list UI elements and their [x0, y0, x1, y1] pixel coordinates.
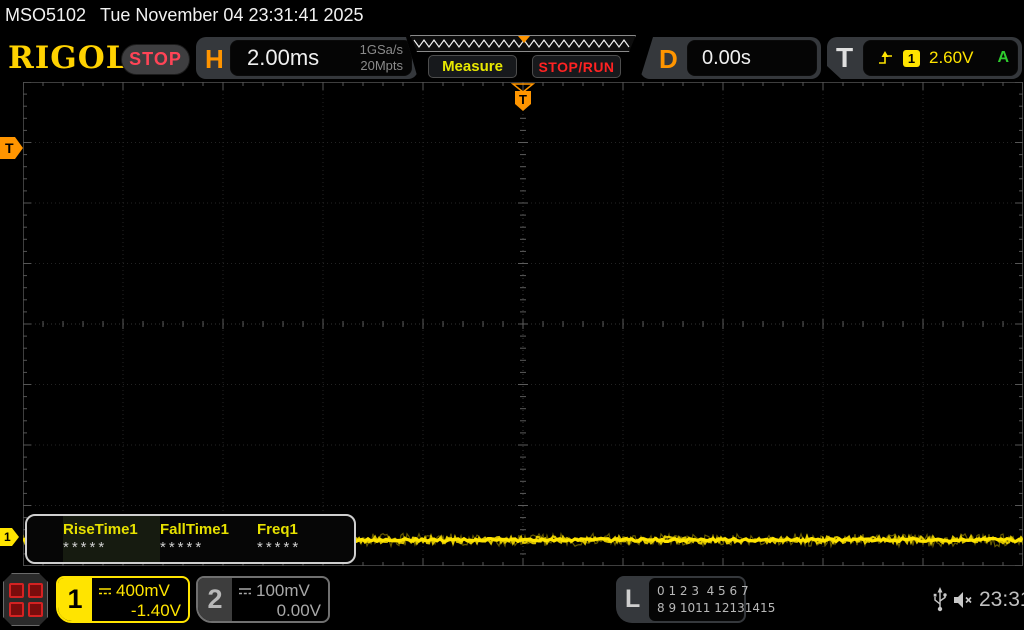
channel1-marker-label: 1	[4, 530, 11, 544]
trigger-position-marker[interactable]: T	[511, 83, 535, 113]
model-name: MSO5102	[5, 5, 86, 26]
menu-grid-icon	[9, 583, 24, 598]
preview-trigger-position-icon[interactable]	[518, 36, 530, 43]
rising-edge-trigger-icon	[878, 50, 894, 66]
trigger-position-marker-label: T	[519, 92, 527, 107]
acquisition-info: 1GSa/s 20Mpts	[360, 42, 403, 73]
measurement-value: *****	[257, 539, 354, 556]
clock-text: 23:31	[979, 588, 1024, 612]
delay-readout: 0.00s	[687, 40, 817, 76]
measure-button-label: Measure	[442, 58, 503, 75]
trigger-level-marker-label: T	[5, 140, 14, 156]
delay-label: D	[659, 44, 678, 75]
delay-value: 0.00s	[702, 47, 751, 70]
delay-panel[interactable]: D 0.00s	[640, 37, 821, 79]
oscilloscope-screen: MSO5102 Tue November 04 23:31:41 2025 RI…	[0, 0, 1024, 630]
logic-channels-box[interactable]: L 0 1 2 3 4 5 6 7 8 9 1011 12131415	[616, 576, 746, 623]
measurement-freq[interactable]: Freq1 *****	[257, 516, 354, 562]
logic-channels-list: 0 1 2 3 4 5 6 7 8 9 1011 12131415	[649, 578, 744, 621]
top-info-bar: MSO5102 Tue November 04 23:31:41 2025	[5, 5, 364, 26]
graticule-display[interactable]	[23, 82, 1023, 566]
trigger-source-badge: 1	[903, 50, 920, 67]
measurement-falltime[interactable]: FallTime1 *****	[160, 516, 257, 562]
channel2-scale: 100mV	[256, 581, 310, 601]
horizontal-readout: 2.00ms 1GSa/s 20Mpts	[230, 40, 412, 76]
sample-rate: 1GSa/s	[360, 42, 403, 58]
speaker-muted-icon	[953, 590, 976, 610]
stop-run-button[interactable]: STOP/RUN	[532, 55, 621, 78]
menu-grid-icon	[28, 602, 43, 617]
channel1-scale: 400mV	[116, 581, 170, 601]
trigger-level-value: 2.60V	[929, 48, 973, 68]
stop-run-button-label: STOP/RUN	[538, 59, 614, 75]
channel1-status-box[interactable]: 1 400mV -1.40V	[56, 576, 190, 623]
measurement-results-panel[interactable]: RiseTime1 ***** FallTime1 ***** Freq1 **…	[25, 514, 356, 564]
logic-label: L	[625, 585, 640, 614]
dc-coupling-icon	[98, 587, 112, 596]
menu-grid-icon	[28, 583, 43, 598]
measurement-value: *****	[63, 539, 160, 556]
channel2-status-box[interactable]: 2 100mV 0.00V	[196, 576, 330, 623]
grid-and-waveform	[23, 82, 1023, 566]
measurement-risetime[interactable]: RiseTime1 *****	[63, 516, 160, 562]
usb-icon	[933, 587, 947, 613]
trigger-readout: 1 2.60V A	[863, 40, 1018, 76]
horizontal-panel[interactable]: H 2.00ms 1GSa/s 20Mpts	[196, 37, 418, 79]
run-state-label: STOP	[129, 49, 182, 70]
logic-row-1: 0 1 2 3 4 5 6 7	[657, 583, 738, 600]
measurement-label: RiseTime1	[63, 521, 160, 538]
measurement-label: Freq1	[257, 521, 354, 538]
channel1-number: 1	[58, 578, 92, 621]
trigger-level-marker[interactable]: T	[0, 137, 24, 159]
rigol-logo: RIGOL	[8, 40, 129, 76]
timebase-value: 2.00ms	[247, 45, 319, 71]
datetime-text: Tue November 04 23:31:41 2025	[100, 5, 364, 26]
trigger-label: T	[836, 42, 853, 74]
menu-button[interactable]	[3, 573, 48, 626]
channel2-offset: 0.00V	[238, 601, 321, 621]
trigger-sweep-mode: A	[997, 49, 1009, 67]
dc-coupling-icon	[238, 587, 252, 596]
measurement-value: *****	[160, 539, 257, 556]
logic-row-2: 8 9 1011 12131415	[657, 600, 738, 617]
run-state-badge: STOP	[121, 44, 190, 75]
memory-depth: 20Mpts	[360, 58, 403, 74]
measurement-label: FallTime1	[160, 521, 257, 538]
trigger-panel[interactable]: T 1 2.60V A	[827, 37, 1022, 79]
channel1-position-marker[interactable]: 1	[0, 528, 20, 546]
channel1-offset: -1.40V	[98, 601, 181, 621]
measure-button[interactable]: Measure	[428, 55, 517, 78]
menu-grid-icon	[9, 602, 24, 617]
horizontal-label: H	[205, 44, 224, 75]
channel2-number: 2	[198, 578, 232, 621]
